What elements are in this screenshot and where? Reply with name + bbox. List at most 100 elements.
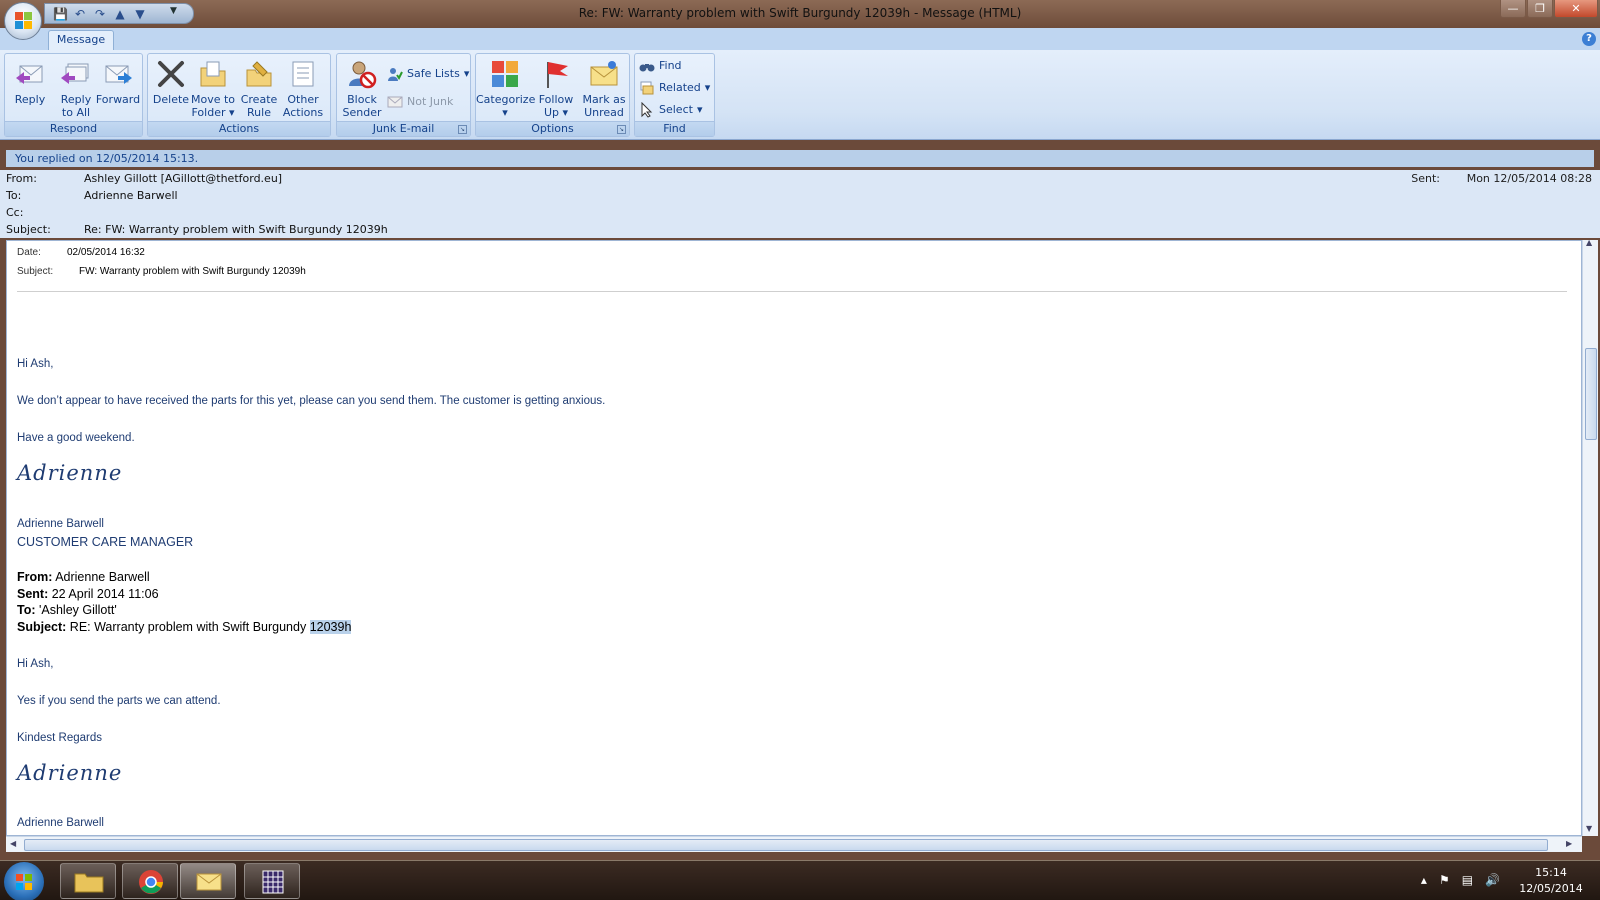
quoted-subject-label-2: Subject:	[17, 620, 67, 634]
highlighted-selection: 12039h	[309, 620, 352, 634]
quoted-sent-label: Sent:	[17, 587, 49, 601]
title-bar: 💾 ↶ ↷ ▲ ▼ ▼ Re: FW: Warranty problem wit…	[0, 0, 1600, 28]
divider-line	[17, 291, 1567, 292]
mark-as-unread-icon	[590, 61, 618, 86]
safe-lists-button[interactable]: Safe Lists ▾	[387, 64, 469, 84]
show-hidden-icons-icon[interactable]: ▴	[1421, 873, 1427, 887]
reply-all-button[interactable]: Reply to All	[53, 58, 99, 120]
block-sender-button[interactable]: Block Sender	[339, 58, 385, 120]
ribbon-tabs: Message ?	[0, 28, 1600, 50]
minimize-button[interactable]: —	[1500, 0, 1526, 18]
reply-all-label-1: Reply	[60, 93, 92, 106]
quoted-from-line: From: Adrienne Barwell	[17, 570, 150, 584]
cc-label: Cc:	[6, 206, 24, 219]
scroll-right-icon[interactable]: ▶	[1566, 839, 1572, 848]
safe-lists-label: Safe Lists	[407, 67, 460, 80]
quoted-to-label: To:	[17, 603, 36, 617]
forward-icon	[105, 65, 132, 84]
create-rule-icon	[246, 61, 272, 87]
horizontal-scrollbar[interactable]: ◀ ▶	[6, 836, 1582, 852]
reply-all-icon	[61, 63, 89, 84]
scroll-down-icon[interactable]: ▼	[1586, 824, 1592, 833]
delete-label: Delete	[152, 93, 190, 106]
select-button[interactable]: Select ▾	[639, 100, 702, 120]
taskbar-app[interactable]	[244, 863, 300, 899]
forward-label: Forward	[95, 93, 141, 106]
move-to-folder-button[interactable]: Move to Folder ▾	[190, 58, 236, 120]
system-tray: ▴ ⚑ ▤ 🔊	[1421, 873, 1500, 887]
signature-name-2: Adrienne Barwell	[17, 817, 104, 829]
block-sender-icon	[349, 61, 377, 89]
taskbar-explorer[interactable]	[60, 863, 116, 899]
find-label: Find	[659, 59, 682, 72]
from-value[interactable]: Ashley Gillott [AGillott@thetford.eu]	[84, 172, 282, 185]
paragraph-2: Have a good weekend.	[17, 432, 135, 444]
follow-up-button[interactable]: Follow Up ▾	[534, 58, 578, 120]
quoted-sent-value: 22 April 2014 11:06	[48, 587, 159, 601]
taskbar-chrome[interactable]	[122, 863, 178, 899]
vertical-scrollbar[interactable]: ▲ ▼	[1582, 238, 1598, 836]
related-button[interactable]: Related ▾	[639, 78, 710, 98]
signature-script-2: Adrienne	[17, 761, 123, 785]
scroll-up-icon[interactable]: ▲	[1586, 238, 1592, 247]
vertical-scroll-thumb[interactable]	[1585, 348, 1597, 440]
categorize-button[interactable]: Categorize ▾	[476, 58, 536, 120]
paragraph-3: Yes if you send the parts we can attend.	[17, 695, 221, 707]
categorize-icon	[492, 61, 518, 87]
block-sender-label-1: Block	[347, 93, 377, 106]
other-actions-icon	[292, 61, 314, 87]
select-label: Select	[659, 103, 693, 116]
other-actions-label-2: Actions	[282, 106, 324, 119]
not-junk-button[interactable]: Not Junk	[387, 92, 453, 112]
action-center-flag-icon[interactable]: ⚑	[1439, 873, 1450, 887]
categorize-label: Categorize	[476, 93, 536, 106]
close-button[interactable]: ✕	[1554, 0, 1598, 18]
network-icon[interactable]: ▤	[1462, 873, 1473, 887]
find-button[interactable]: Find	[639, 56, 682, 76]
signature-title: CUSTOMER CARE MANAGER	[17, 535, 194, 549]
greeting-1: Hi Ash,	[17, 358, 54, 370]
chrome-icon	[139, 870, 163, 894]
horizontal-scroll-thumb[interactable]	[24, 839, 1548, 851]
mark-as-unread-button[interactable]: Mark as Unread	[580, 58, 628, 120]
message-header: From: Ashley Gillott [AGillott@thetford.…	[0, 170, 1600, 238]
subject-value: Re: FW: Warranty problem with Swift Burg…	[84, 223, 388, 236]
signature-script-1: Adrienne	[17, 461, 123, 485]
clock-date: 12/05/2014	[1519, 882, 1583, 895]
other-actions-label-1: Other	[287, 93, 319, 106]
taskbar-clock[interactable]: 15:14 12/05/2014	[1508, 865, 1594, 897]
mark-unread-label-2: Unread	[584, 106, 624, 119]
windows-logo-icon	[16, 874, 32, 890]
to-value[interactable]: Adrienne Barwell	[84, 189, 178, 202]
start-button[interactable]	[4, 862, 44, 900]
quoted-from-label: From:	[17, 570, 53, 584]
outlook-icon	[196, 873, 222, 891]
group-options: Categorize ▾ Follow Up ▾ Mark as Unread O…	[475, 53, 630, 137]
sent-value: Mon 12/05/2014 08:28	[1466, 172, 1592, 185]
restore-button[interactable]: ❐	[1527, 0, 1553, 18]
subject-label: Subject:	[6, 223, 51, 236]
reply-button[interactable]: Reply	[7, 58, 53, 120]
from-label: From:	[6, 172, 37, 185]
office-button[interactable]	[4, 2, 42, 40]
delete-button[interactable]: Delete	[148, 58, 194, 120]
reply-icon	[16, 65, 43, 84]
scroll-left-icon[interactable]: ◀	[10, 839, 16, 848]
help-icon[interactable]: ?	[1582, 32, 1596, 46]
create-rule-button[interactable]: Create Rule	[236, 58, 282, 120]
tab-message[interactable]: Message	[48, 30, 114, 50]
options-launcher-icon[interactable]: ↘	[617, 125, 626, 134]
volume-icon[interactable]: 🔊	[1485, 873, 1500, 887]
replied-info-bar: You replied on 12/05/2014 15:13.	[6, 150, 1594, 167]
calculator-grid-icon	[262, 870, 284, 894]
taskbar-outlook[interactable]	[180, 863, 236, 899]
forward-button[interactable]: Forward	[95, 58, 141, 120]
delete-icon	[158, 61, 184, 87]
quoted-to-value: 'Ashley Gillott'	[35, 603, 117, 617]
message-body[interactable]: Date: 02/05/2014 16:32 Subject: FW: Warr…	[6, 240, 1582, 836]
reply-label: Reply	[14, 93, 46, 106]
junk-options-launcher-icon[interactable]: ↘	[458, 125, 467, 134]
move-to-folder-icon	[200, 61, 226, 87]
other-actions-button[interactable]: Other Actions ▾	[280, 58, 326, 132]
quoted-to-line: To: 'Ashley Gillott'	[17, 603, 117, 617]
